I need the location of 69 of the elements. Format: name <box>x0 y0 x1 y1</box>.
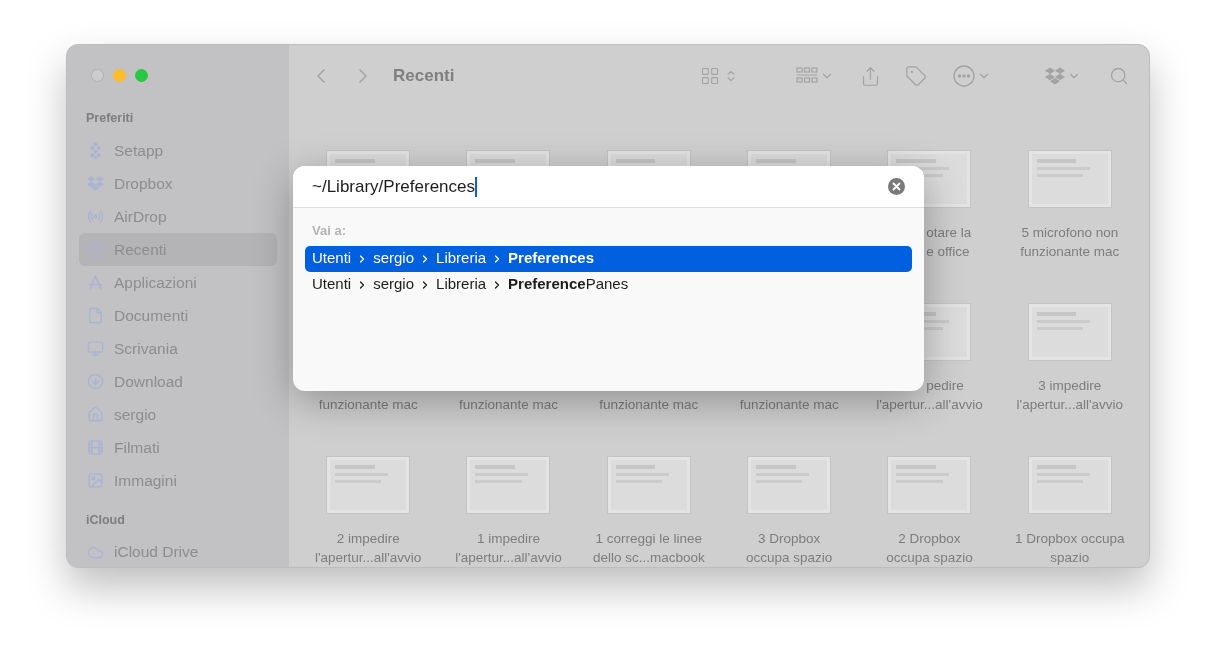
file-name-label: pedire <box>925 377 964 395</box>
ellipsis-circle-icon[interactable] <box>953 65 975 87</box>
path-segment-label: Libreria <box>436 274 487 295</box>
tag-icon[interactable] <box>905 65 927 87</box>
path-segment-label: Utenti <box>312 248 352 269</box>
clock-icon <box>87 240 104 258</box>
file-name-label: spazio <box>1050 549 1090 567</box>
file-name-label: l'apertur...all'avvio <box>314 549 422 567</box>
file-name-label: 5 microfono non <box>1021 224 1119 242</box>
path-suggestion[interactable]: Utenti sergio Libreria PreferencePanes <box>305 271 912 298</box>
film-icon <box>87 438 104 456</box>
file-name-label: l'apertur...all'avvio <box>876 396 983 414</box>
file-name-label: 1 correggi le linee <box>595 530 703 548</box>
path-segment-label: sergio <box>373 274 415 295</box>
sidebar-section-header: iCloud <box>86 511 126 529</box>
download-icon <box>87 372 104 390</box>
document-icon <box>87 306 104 324</box>
path-segment-label: Preferences <box>508 248 594 269</box>
image-icon <box>87 471 104 489</box>
file-name-label: funzionante mac <box>599 396 699 414</box>
file-name-label: 3 Dropbox <box>758 530 821 548</box>
path-suggestion[interactable]: Utenti sergio Libreria Preferences <box>305 245 912 272</box>
path-field[interactable]: ~/Library/Preferences <box>293 166 924 208</box>
file-name-label: 2 impedire <box>336 530 400 548</box>
clear-icon[interactable] <box>888 178 905 195</box>
screenshot-thumbnail[interactable] <box>1028 151 1111 207</box>
zoom-window-icon[interactable] <box>135 69 148 82</box>
search-icon[interactable] <box>1109 66 1129 86</box>
file-name-label: l'apertur...all'avvio <box>455 549 562 567</box>
path-segment-label: sergio <box>373 248 415 269</box>
share-icon[interactable] <box>860 65 881 87</box>
screenshot-thumbnail[interactable] <box>327 457 410 513</box>
file-name-label: funzionante mac <box>318 396 418 414</box>
screenshot-thumbnail[interactable] <box>467 457 550 513</box>
minimize-window-icon[interactable] <box>113 69 126 82</box>
desktop-icon <box>87 339 104 357</box>
file-name-label: funzionante mac <box>458 396 558 414</box>
group-icon[interactable] <box>796 67 818 85</box>
screenshot-thumbnail[interactable] <box>1028 304 1111 360</box>
file-name-label: occupa spazio <box>886 549 973 567</box>
file-name-label: e office <box>926 243 970 261</box>
home-icon <box>87 405 104 423</box>
screenshot-thumbnail[interactable] <box>888 457 971 513</box>
window-title: Recenti <box>393 65 455 88</box>
letter-a-icon <box>87 273 104 291</box>
file-name-label: 1 impedire <box>476 530 540 548</box>
file-name-label: 2 Dropbox <box>898 530 961 548</box>
file-name-label: l'apertur...all'avvio <box>1016 396 1124 414</box>
file-name-label: funzionante mac <box>1020 243 1120 261</box>
screenshot-thumbnail[interactable] <box>607 457 690 513</box>
file-name-label: 3 impedire <box>1038 377 1102 395</box>
diamonds-icon[interactable] <box>1045 66 1065 86</box>
file-name-label: funzionante mac <box>739 396 839 414</box>
path-segment-label: Libreria <box>436 248 487 269</box>
section-label: Vai a: <box>312 222 347 240</box>
file-name-label: 1 Dropbox occupa <box>1015 530 1125 548</box>
dots-icon <box>87 141 104 159</box>
path-segment-label: PreferencePanes <box>508 274 629 295</box>
file-name-label: occupa spazio <box>746 549 833 567</box>
path-segment-label: Utenti <box>312 274 352 295</box>
file-name-label: dello sc...macbook <box>592 549 705 567</box>
screenshot-thumbnail[interactable] <box>748 457 831 513</box>
close-window-icon[interactable] <box>91 69 104 82</box>
file-name-label: otare la <box>926 224 972 242</box>
grid-view-icon[interactable] <box>700 66 720 86</box>
diamonds-icon <box>87 174 104 192</box>
screenshot-thumbnail[interactable] <box>1028 457 1111 513</box>
path-input-text: ~/Library/Preferences <box>312 175 475 198</box>
sidebar-section-header: Preferiti <box>86 110 135 127</box>
